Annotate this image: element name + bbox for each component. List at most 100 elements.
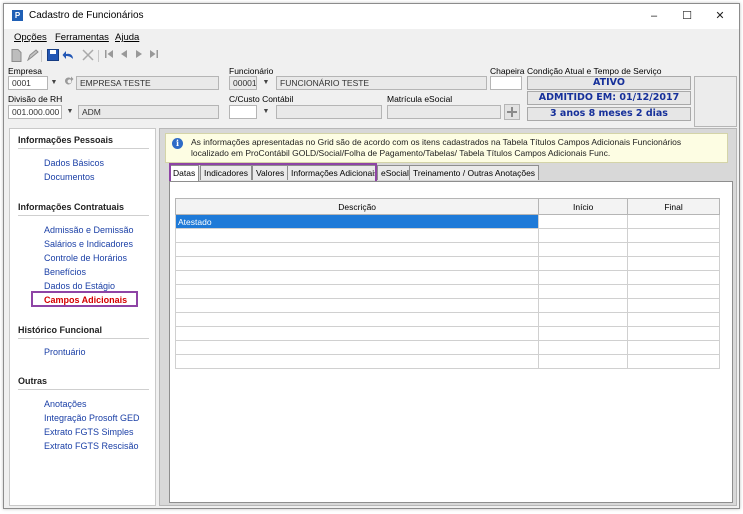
table-cell[interactable] — [538, 284, 629, 299]
table-cell[interactable] — [627, 228, 720, 243]
table-cell[interactable] — [627, 242, 720, 257]
save-icon[interactable] — [46, 49, 59, 62]
table-cell[interactable] — [538, 270, 629, 285]
add-icon[interactable] — [504, 104, 520, 120]
status-badge: ATIVO — [527, 76, 691, 90]
table-cell[interactable] — [174, 228, 540, 243]
matricula-label: Matrícula eSocial — [387, 94, 453, 104]
table-row[interactable] — [174, 256, 720, 271]
minimize-button[interactable]: – — [645, 8, 663, 24]
next-icon[interactable] — [132, 49, 145, 62]
table-cell[interactable] — [538, 354, 629, 369]
table-cell[interactable]: Atestado — [174, 214, 540, 229]
nav-item-controle-horarios[interactable]: Controle de Horários — [44, 253, 127, 263]
table-cell[interactable] — [174, 312, 540, 327]
table-cell[interactable] — [174, 326, 540, 341]
table-cell[interactable] — [627, 354, 720, 369]
last-icon[interactable] — [147, 49, 160, 62]
chapeira-field[interactable] — [490, 76, 522, 90]
table-cell[interactable] — [538, 298, 629, 313]
table-cell[interactable] — [174, 354, 540, 369]
funcionario-name-field: FUNCIONÁRIO TESTE — [276, 76, 487, 90]
table-row[interactable] — [174, 354, 720, 369]
table-cell[interactable] — [174, 298, 540, 313]
matricula-field[interactable] — [387, 105, 501, 119]
table-cell[interactable] — [627, 298, 720, 313]
nav-item-prontuario[interactable]: Prontuário — [44, 347, 86, 357]
custo-field[interactable] — [229, 105, 257, 119]
table-cell[interactable] — [627, 326, 720, 341]
new-icon[interactable] — [10, 49, 23, 62]
empresa-code-field[interactable]: 0001 — [8, 76, 48, 90]
table-cell[interactable] — [627, 312, 720, 327]
table-cell[interactable] — [538, 312, 629, 327]
prev-icon[interactable] — [117, 49, 130, 62]
divisao-label: Divisão de RH — [8, 94, 63, 104]
table-row[interactable] — [174, 326, 720, 341]
tab-treinamento[interactable]: Treinamento / Outras Anotações — [409, 165, 540, 180]
nav-item-extrato-fgts-rescisao[interactable]: Extrato FGTS Rescisão — [44, 441, 139, 451]
undo-icon[interactable] — [62, 49, 75, 62]
nav-item-dados-basicos[interactable]: Dados Básicos — [44, 158, 104, 168]
nav-item-admissao[interactable]: Admissão e Demissão — [44, 225, 134, 235]
toolbar-separator — [98, 50, 99, 62]
table-row[interactable] — [174, 298, 720, 313]
table-row[interactable] — [174, 270, 720, 285]
refresh-icon[interactable] — [62, 76, 74, 90]
nav-item-integracao-ged[interactable]: Integração Prosoft GED — [44, 413, 140, 423]
table-cell[interactable] — [627, 270, 720, 285]
edit-icon[interactable] — [26, 49, 39, 62]
nav-item-salarios[interactable]: Salários e Indicadores — [44, 239, 133, 249]
table-cell[interactable] — [538, 340, 629, 355]
table-cell[interactable] — [538, 242, 629, 257]
table-cell[interactable] — [627, 284, 720, 299]
nav-item-extrato-fgts-simples[interactable]: Extrato FGTS Simples — [44, 427, 134, 437]
nav-item-beneficios[interactable]: Benefícios — [44, 267, 86, 277]
chevron-down-icon[interactable]: ▼ — [48, 76, 60, 90]
table-cell[interactable] — [627, 256, 720, 271]
table-row[interactable] — [174, 284, 720, 299]
nav-item-documentos[interactable]: Documentos — [44, 172, 95, 182]
divisao-code-field[interactable]: 001.000.000 — [8, 105, 62, 119]
column-header-descricao[interactable]: Descrição — [174, 198, 540, 215]
menu-ferramentas[interactable]: Ferramentas — [55, 32, 109, 43]
table-row[interactable]: Atestado — [174, 214, 720, 229]
chevron-down-icon[interactable]: ▼ — [260, 105, 272, 119]
nav-section-title: Outras — [18, 376, 48, 386]
nav-divider — [18, 338, 149, 339]
title-bar: P Cadastro de Funcionários – ☐ ✕ — [4, 4, 739, 29]
table-cell[interactable] — [538, 214, 629, 229]
table-cell[interactable] — [174, 242, 540, 257]
left-nav: Informações Pessoais Dados Básicos Docum… — [9, 128, 156, 506]
table-cell[interactable] — [627, 340, 720, 355]
table-cell[interactable] — [627, 214, 720, 229]
tab-esocial[interactable]: eSocial — [377, 165, 413, 180]
delete-icon[interactable] — [81, 49, 94, 62]
maximize-button[interactable]: ☐ — [678, 8, 696, 24]
chevron-down-icon[interactable]: ▼ — [64, 105, 76, 119]
table-cell[interactable] — [174, 270, 540, 285]
column-header-inicio[interactable]: Início — [538, 198, 629, 215]
funcionario-code-field[interactable]: 00001 — [229, 76, 257, 90]
menu-opcoes[interactable]: Opções — [14, 32, 47, 43]
nav-section-title: Informações Pessoais — [18, 135, 114, 145]
table-row[interactable] — [174, 340, 720, 355]
table-row[interactable] — [174, 242, 720, 257]
chevron-down-icon[interactable]: ▼ — [260, 76, 272, 90]
first-icon[interactable] — [102, 49, 115, 62]
table-row[interactable] — [174, 312, 720, 327]
table-cell[interactable] — [174, 256, 540, 271]
table-cell[interactable] — [174, 284, 540, 299]
menu-ajuda[interactable]: Ajuda — [115, 32, 139, 43]
table-cell[interactable] — [538, 256, 629, 271]
table-cell[interactable] — [538, 228, 629, 243]
nav-item-anotacoes[interactable]: Anotações — [44, 399, 87, 409]
column-header-final[interactable]: Final — [627, 198, 720, 215]
nav-item-dados-estagio[interactable]: Dados do Estágio — [44, 281, 115, 291]
employee-photo[interactable] — [694, 76, 737, 127]
table-cell[interactable] — [174, 340, 540, 355]
table-cell[interactable] — [538, 326, 629, 341]
close-button[interactable]: ✕ — [711, 8, 729, 24]
table-row[interactable] — [174, 228, 720, 243]
divisao-name-field: ADM — [78, 105, 219, 119]
